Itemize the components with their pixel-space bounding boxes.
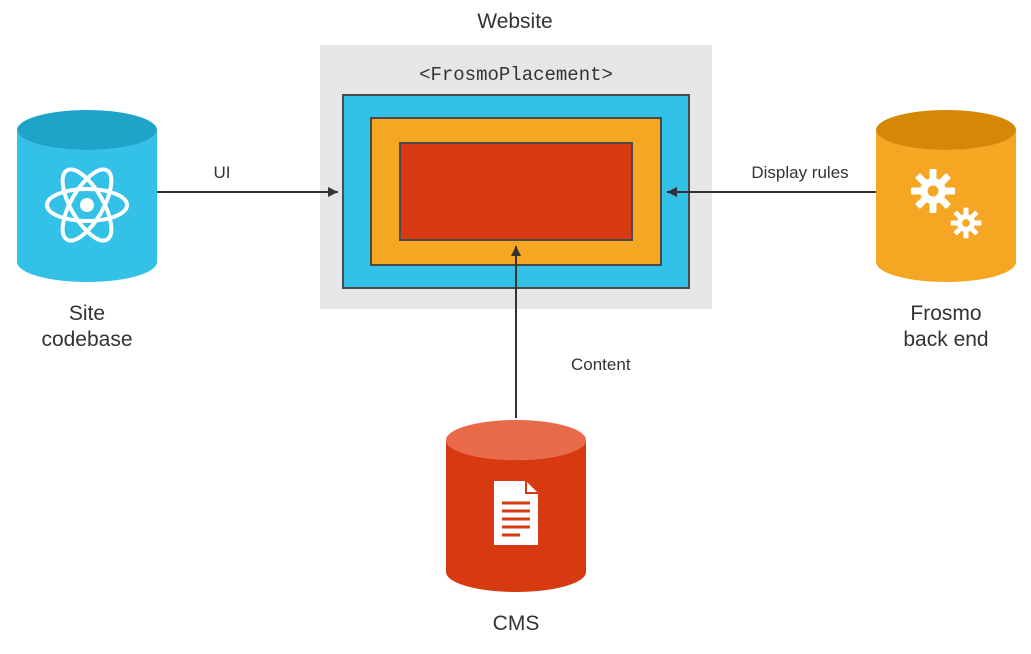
- frosmo-backend-label-2: back end: [903, 328, 988, 351]
- diagram-title: Website: [477, 10, 552, 33]
- site-codebase-label-2: codebase: [41, 328, 132, 351]
- cms-cylinder: CMS: [446, 420, 586, 635]
- site-codebase-label-1: Site: [69, 302, 105, 325]
- architecture-diagram: Website <FrosmoPlacement> Site codebase: [0, 0, 1031, 654]
- frosmo-backend-label-1: Frosmo: [910, 302, 981, 325]
- site-codebase-cylinder: Site codebase: [17, 110, 157, 351]
- display-rules-arrow-label: Display rules: [751, 163, 848, 182]
- placement-tag: <FrosmoPlacement>: [419, 64, 613, 86]
- ui-arrow-label: UI: [214, 163, 231, 182]
- document-icon: [494, 481, 538, 545]
- cms-label: CMS: [493, 612, 540, 635]
- frosmo-backend-cylinder: Frosmo back end: [876, 110, 1016, 351]
- ui-arrow: UI: [157, 163, 338, 192]
- content-arrow-label: Content: [571, 355, 631, 374]
